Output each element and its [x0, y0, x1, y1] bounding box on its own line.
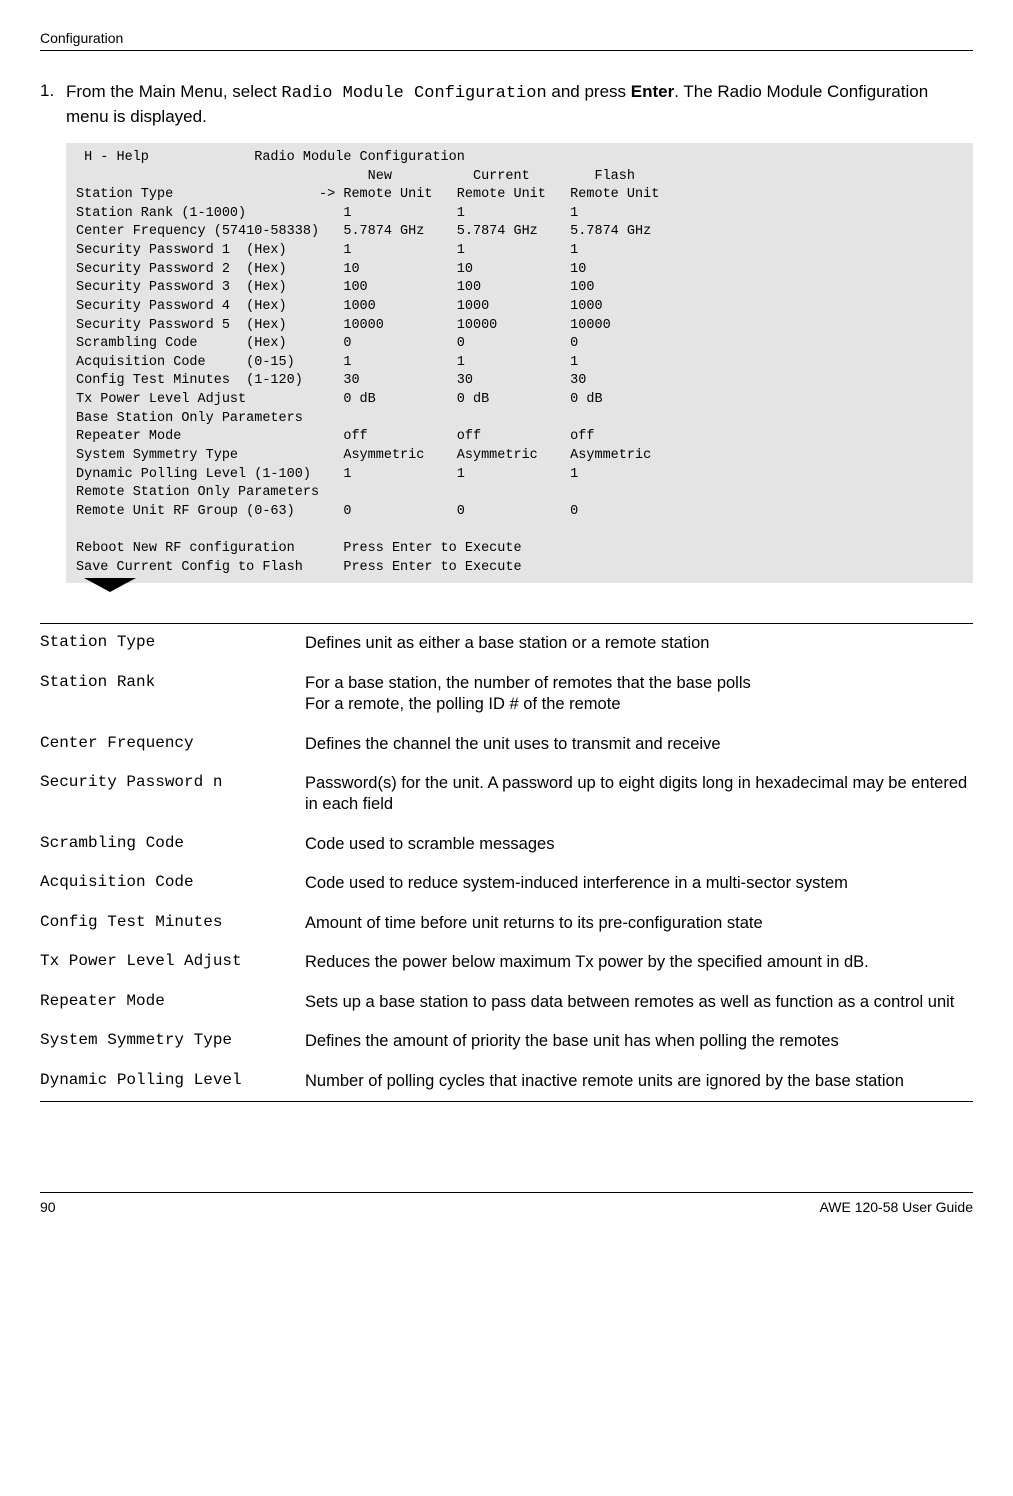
instruction-step: 1. From the Main Menu, select Radio Modu… [40, 81, 973, 129]
table-row: Acquisition Code Code used to reduce sys… [40, 864, 973, 903]
table-row: Station Type Defines unit as either a ba… [40, 624, 973, 663]
definition-term: Security Password n [40, 773, 305, 816]
definition-term: Station Rank [40, 673, 305, 716]
terminal-block: H - Help Radio Module Configuration New … [66, 143, 973, 583]
definition-term: Config Test Minutes [40, 913, 305, 934]
step-number: 1. [40, 81, 66, 129]
definition-term: Center Frequency [40, 734, 305, 755]
definition-term: Tx Power Level Adjust [40, 952, 305, 973]
step-prefix: From the Main Menu, select [66, 82, 281, 101]
table-row: Station Rank For a base station, the num… [40, 664, 973, 725]
definition-description: Code used to reduce system-induced inter… [305, 873, 848, 894]
table-row: Dynamic Polling Level Number of polling … [40, 1062, 973, 1101]
definition-description: Reduces the power below maximum Tx power… [305, 952, 869, 973]
definition-description: Amount of time before unit returns to it… [305, 913, 763, 934]
table-row: Scrambling Code Code used to scramble me… [40, 825, 973, 864]
table-row: Center Frequency Defines the channel the… [40, 725, 973, 764]
definition-description: Code used to scramble messages [305, 834, 554, 855]
definition-term: Dynamic Polling Level [40, 1071, 305, 1092]
step-menu-name: Radio Module Configuration [281, 84, 546, 103]
page-footer: 90 AWE 120-58 User Guide [40, 1192, 973, 1215]
definition-term: Repeater Mode [40, 992, 305, 1013]
definition-description: Number of polling cycles that inactive r… [305, 1071, 904, 1092]
table-row: Repeater Mode Sets up a base station to … [40, 983, 973, 1022]
definition-description: Sets up a base station to pass data betw… [305, 992, 954, 1013]
definition-description: Defines the channel the unit uses to tra… [305, 734, 721, 755]
step-text: From the Main Menu, select Radio Module … [66, 81, 973, 129]
definition-description: Password(s) for the unit. A password up … [305, 773, 973, 816]
table-row: Security Password n Password(s) for the … [40, 764, 973, 825]
definition-description: For a base station, the number of remote… [305, 673, 751, 716]
definition-description: Defines unit as either a base station or… [305, 633, 709, 654]
definition-term: Scrambling Code [40, 834, 305, 855]
table-row: Config Test Minutes Amount of time befor… [40, 904, 973, 943]
definitions-table: Station Type Defines unit as either a ba… [40, 623, 973, 1102]
guide-title: AWE 120-58 User Guide [819, 1199, 973, 1215]
terminal-output: H - Help Radio Module Configuration New … [66, 143, 973, 583]
table-row: System Symmetry Type Defines the amount … [40, 1022, 973, 1061]
definition-term: Acquisition Code [40, 873, 305, 894]
step-key: Enter [631, 82, 674, 101]
page-number: 90 [40, 1199, 56, 1215]
definition-term: Station Type [40, 633, 305, 654]
definition-term: System Symmetry Type [40, 1031, 305, 1052]
continuation-arrow-icon [84, 578, 136, 592]
step-mid: and press [547, 82, 631, 101]
table-row: Tx Power Level Adjust Reduces the power … [40, 943, 973, 982]
page-header: Configuration [40, 30, 973, 51]
definition-description: Defines the amount of priority the base … [305, 1031, 839, 1052]
